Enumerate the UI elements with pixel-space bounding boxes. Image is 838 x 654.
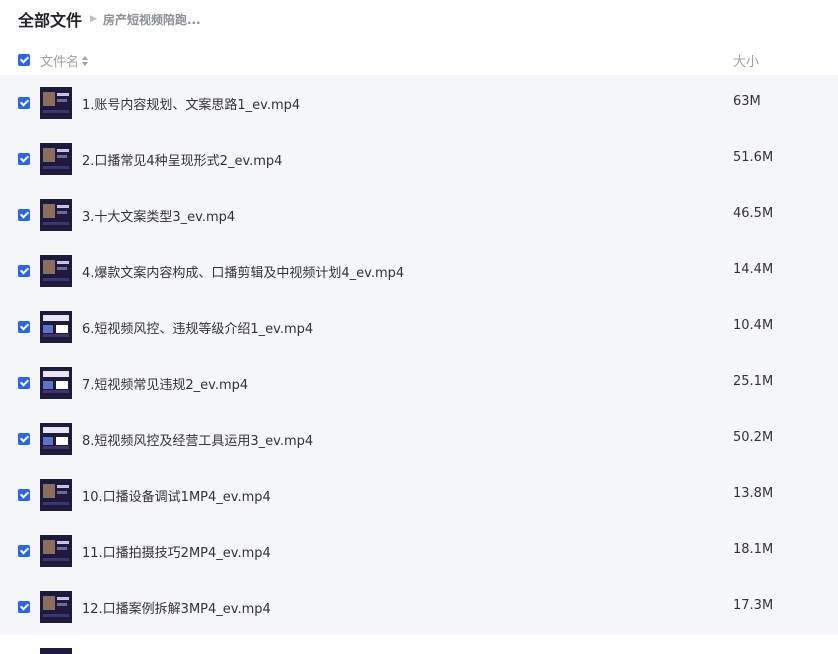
file-size: 46.5M [733, 206, 774, 221]
sort-icon[interactable] [82, 55, 89, 66]
file-size: 14.4M [733, 262, 774, 277]
video-thumbnail[interactable] [40, 591, 72, 623]
file-row[interactable]: 2.口播常见4种呈现形式2_ev.mp4 51.6M [0, 131, 838, 187]
video-thumbnail[interactable] [40, 479, 72, 511]
file-checkbox[interactable] [18, 153, 30, 165]
file-name[interactable]: 12.口播案例拆解3MP4_ev.mp4 [82, 598, 271, 617]
select-all-checkbox[interactable] [18, 54, 30, 66]
file-row[interactable]: 10.口播设备调试1MP4_ev.mp4 13.8M [0, 467, 838, 523]
breadcrumb-current[interactable]: 房产短视频陪跑... [103, 11, 201, 28]
file-row[interactable]: 12.口播案例拆解3MP4_ev.mp4 17.3M [0, 579, 838, 635]
file-name[interactable]: 11.口播拍摄技巧2MP4_ev.mp4 [82, 542, 271, 561]
column-header-name[interactable]: 文件名 [40, 51, 89, 70]
file-name[interactable]: 7.短视频常见违规2_ev.mp4 [82, 374, 248, 393]
column-header-size[interactable]: 大小 [733, 51, 759, 70]
file-checkbox[interactable] [18, 209, 30, 221]
file-row[interactable]: 1.账号内容规划、文案思路1_ev.mp4 63M [0, 75, 838, 131]
file-checkbox[interactable] [18, 377, 30, 389]
file-checkbox[interactable] [18, 265, 30, 277]
video-thumbnail[interactable] [40, 423, 72, 455]
file-checkbox[interactable] [18, 97, 30, 109]
file-name[interactable]: 6.短视频风控、违规等级介绍1_ev.mp4 [82, 318, 313, 337]
video-thumbnail-partial [40, 648, 72, 654]
file-checkbox[interactable] [18, 433, 30, 445]
file-list: 1.账号内容规划、文案思路1_ev.mp4 63M 2.口播常见4种呈现形式2_ev… [0, 75, 838, 635]
file-checkbox[interactable] [18, 321, 30, 333]
video-thumbnail[interactable] [40, 143, 72, 175]
file-size: 13.8M [733, 486, 774, 501]
file-name[interactable]: 10.口播设备调试1MP4_ev.mp4 [82, 486, 271, 505]
file-name[interactable]: 3.十大文案类型3_ev.mp4 [82, 206, 235, 225]
breadcrumb-root[interactable]: 全部文件 [18, 7, 82, 31]
file-checkbox[interactable] [18, 601, 30, 613]
file-name[interactable]: 4.爆款文案内容构成、口播剪辑及中视频计划4_ev.mp4 [82, 262, 404, 281]
file-checkbox[interactable] [18, 489, 30, 501]
file-name[interactable]: 1.账号内容规划、文案思路1_ev.mp4 [82, 94, 300, 113]
file-row[interactable]: 4.爆款文案内容构成、口播剪辑及中视频计划4_ev.mp4 14.4M [0, 243, 838, 299]
file-row[interactable]: 11.口播拍摄技巧2MP4_ev.mp4 18.1M [0, 523, 838, 579]
file-checkbox[interactable] [18, 545, 30, 557]
file-size: 51.6M [733, 150, 774, 165]
file-list-header: 文件名 大小 [0, 46, 838, 74]
file-name[interactable]: 2.口播常见4种呈现形式2_ev.mp4 [82, 150, 282, 169]
file-size: 63M [733, 94, 761, 109]
file-name[interactable]: 8.短视频风控及经营工具运用3_ev.mp4 [82, 430, 313, 449]
file-size: 10.4M [733, 318, 774, 333]
video-thumbnail[interactable] [40, 199, 72, 231]
file-row[interactable]: 3.十大文案类型3_ev.mp4 46.5M [0, 187, 838, 243]
breadcrumb-separator-icon: ▶ [90, 14, 97, 24]
breadcrumb: 全部文件 ▶ 房产短视频陪跑... [18, 8, 201, 30]
video-thumbnail[interactable] [40, 255, 72, 287]
video-thumbnail[interactable] [40, 311, 72, 343]
video-thumbnail[interactable] [40, 535, 72, 567]
file-size: 50.2M [733, 430, 774, 445]
column-header-name-label: 文件名 [40, 55, 80, 70]
file-row[interactable]: 6.短视频风控、违规等级介绍1_ev.mp4 10.4M [0, 299, 838, 355]
video-thumbnail[interactable] [40, 87, 72, 119]
file-size: 18.1M [733, 542, 774, 557]
file-size: 25.1M [733, 374, 774, 389]
file-row[interactable]: 7.短视频常见违规2_ev.mp4 25.1M [0, 355, 838, 411]
video-thumbnail[interactable] [40, 367, 72, 399]
file-row[interactable]: 8.短视频风控及经营工具运用3_ev.mp4 50.2M [0, 411, 838, 467]
file-size: 17.3M [733, 598, 774, 613]
